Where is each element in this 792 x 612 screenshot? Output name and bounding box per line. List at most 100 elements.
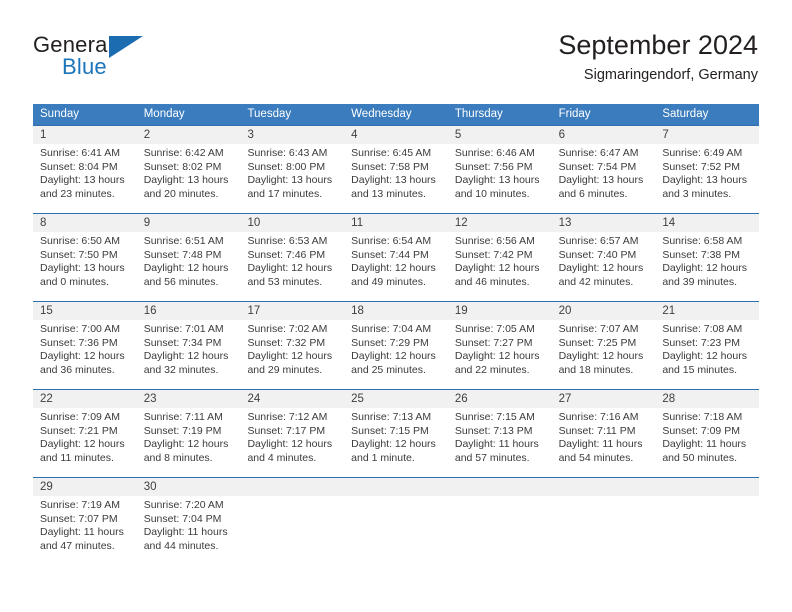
sunrise-text: Sunrise: 7:16 AM	[558, 411, 639, 423]
sunset-text: Sunset: 8:00 PM	[247, 160, 326, 173]
calendar-day-cell[interactable]: 21 Sunrise: 7:08 AM Sunset: 7:23 PM Dayl…	[655, 302, 759, 389]
daylight-text-line1: Daylight: 12 hours	[247, 350, 333, 362]
sunset-text: Sunset: 7:04 PM	[143, 512, 222, 525]
sunset-text: Sunset: 7:07 PM	[40, 512, 118, 525]
calendar-day-cell[interactable]: 3 Sunrise: 6:43 AM Sunset: 8:00 PM Dayli…	[240, 126, 344, 213]
day-details: Sunrise: 6:46 AM Sunset: 7:56 PM Dayligh…	[455, 147, 548, 201]
daylight-text-line1: Daylight: 12 hours	[351, 350, 436, 362]
sunset-text: Sunset: 8:04 PM	[40, 160, 118, 173]
day-number: 8	[40, 217, 47, 229]
day-number: 4	[351, 129, 358, 141]
sunrise-text: Sunrise: 7:12 AM	[247, 411, 328, 423]
calendar-day-cell[interactable]: 12 Sunrise: 6:56 AM Sunset: 7:42 PM Dayl…	[448, 214, 552, 301]
day-details: Sunrise: 6:43 AM Sunset: 8:00 PM Dayligh…	[247, 147, 340, 201]
calendar-day-cell[interactable]: 9 Sunrise: 6:51 AM Sunset: 7:48 PM Dayli…	[137, 214, 241, 301]
sunset-text: Sunset: 7:19 PM	[143, 424, 222, 437]
calendar-day-cell[interactable]: 24 Sunrise: 7:12 AM Sunset: 7:17 PM Dayl…	[240, 390, 344, 477]
day-number: 27	[558, 393, 572, 405]
daylight-text-line2: and 20 minutes.	[143, 187, 219, 200]
sunset-text: Sunset: 7:15 PM	[351, 424, 429, 437]
calendar-week-row: 15 Sunrise: 7:00 AM Sunset: 7:36 PM Dayl…	[33, 301, 759, 389]
brand-logo[interactable]: General Blue	[33, 32, 163, 88]
day-details: Sunrise: 6:51 AM Sunset: 7:48 PM Dayligh…	[144, 235, 237, 289]
calendar-day-cell[interactable]: 20 Sunrise: 7:07 AM Sunset: 7:25 PM Dayl…	[552, 302, 656, 389]
calendar-week-row: 1 Sunrise: 6:41 AM Sunset: 8:04 PM Dayli…	[33, 125, 759, 213]
sunset-text: Sunset: 7:09 PM	[662, 424, 740, 437]
calendar-day-cell[interactable]: 28 Sunrise: 7:18 AM Sunset: 7:09 PM Dayl…	[655, 390, 759, 477]
calendar-day-cell[interactable]: 4 Sunrise: 6:45 AM Sunset: 7:58 PM Dayli…	[344, 126, 448, 213]
day-details: Sunrise: 7:01 AM Sunset: 7:34 PM Dayligh…	[144, 323, 237, 377]
daylight-text-line1: Daylight: 13 hours	[662, 174, 747, 186]
calendar-day-cell-empty	[655, 478, 759, 565]
weekday-header-wednesday: Wednesday	[351, 108, 412, 120]
calendar-day-cell[interactable]: 10 Sunrise: 6:53 AM Sunset: 7:46 PM Dayl…	[240, 214, 344, 301]
daylight-text-line1: Daylight: 12 hours	[662, 262, 747, 274]
brand-logo-blue-text: Blue	[62, 54, 107, 79]
sunrise-text: Sunrise: 7:08 AM	[662, 323, 743, 335]
daylight-text-line1: Daylight: 12 hours	[143, 438, 229, 450]
calendar-day-cell[interactable]: 27 Sunrise: 7:16 AM Sunset: 7:11 PM Dayl…	[552, 390, 656, 477]
daylight-text-line1: Daylight: 13 hours	[143, 174, 229, 186]
calendar-day-cell[interactable]: 25 Sunrise: 7:13 AM Sunset: 7:15 PM Dayl…	[344, 390, 448, 477]
day-details: Sunrise: 6:53 AM Sunset: 7:46 PM Dayligh…	[247, 235, 340, 289]
sunrise-text: Sunrise: 7:18 AM	[662, 411, 743, 423]
day-number: 26	[454, 393, 468, 405]
weekday-header-tuesday: Tuesday	[247, 108, 292, 120]
sunrise-text: Sunrise: 7:01 AM	[143, 323, 224, 335]
daylight-text-line1: Daylight: 13 hours	[247, 174, 333, 186]
sunset-text: Sunset: 7:46 PM	[247, 248, 326, 261]
calendar-day-cell[interactable]: 11 Sunrise: 6:54 AM Sunset: 7:44 PM Dayl…	[344, 214, 448, 301]
daylight-text-line2: and 36 minutes.	[40, 363, 115, 376]
calendar-day-cell[interactable]: 1 Sunrise: 6:41 AM Sunset: 8:04 PM Dayli…	[33, 126, 137, 213]
daylight-text-line2: and 32 minutes.	[143, 363, 219, 376]
daylight-text-line1: Daylight: 12 hours	[454, 262, 540, 274]
day-details: Sunrise: 7:19 AM Sunset: 7:07 PM Dayligh…	[40, 499, 133, 553]
daylight-text-line2: and 57 minutes.	[454, 451, 530, 464]
daylight-text-line1: Daylight: 12 hours	[558, 350, 644, 362]
calendar-day-cell[interactable]: 14 Sunrise: 6:58 AM Sunset: 7:38 PM Dayl…	[655, 214, 759, 301]
calendar-day-cell[interactable]: 23 Sunrise: 7:11 AM Sunset: 7:19 PM Dayl…	[137, 390, 241, 477]
calendar-day-cell[interactable]: 2 Sunrise: 6:42 AM Sunset: 8:02 PM Dayli…	[137, 126, 241, 213]
calendar-day-cell[interactable]: 22 Sunrise: 7:09 AM Sunset: 7:21 PM Dayl…	[33, 390, 137, 477]
sunset-text: Sunset: 7:21 PM	[40, 424, 118, 437]
day-details: Sunrise: 6:50 AM Sunset: 7:50 PM Dayligh…	[40, 235, 133, 289]
daylight-text-line1: Daylight: 13 hours	[454, 174, 540, 186]
calendar-day-cell[interactable]: 18 Sunrise: 7:04 AM Sunset: 7:29 PM Dayl…	[344, 302, 448, 389]
daylight-text-line2: and 50 minutes.	[662, 451, 738, 464]
calendar-day-cell[interactable]: 8 Sunrise: 6:50 AM Sunset: 7:50 PM Dayli…	[33, 214, 137, 301]
daylight-text-line2: and 6 minutes.	[558, 187, 628, 200]
calendar-day-cell[interactable]: 26 Sunrise: 7:15 AM Sunset: 7:13 PM Dayl…	[448, 390, 552, 477]
calendar-day-cell[interactable]: 15 Sunrise: 7:00 AM Sunset: 7:36 PM Dayl…	[33, 302, 137, 389]
day-details: Sunrise: 6:42 AM Sunset: 8:02 PM Dayligh…	[144, 147, 237, 201]
daylight-text-line2: and 47 minutes.	[40, 539, 115, 552]
calendar-day-cell[interactable]: 5 Sunrise: 6:46 AM Sunset: 7:56 PM Dayli…	[448, 126, 552, 213]
calendar-day-cell[interactable]: 7 Sunrise: 6:49 AM Sunset: 7:52 PM Dayli…	[655, 126, 759, 213]
daylight-text-line2: and 39 minutes.	[662, 275, 738, 288]
calendar-day-cell[interactable]: 6 Sunrise: 6:47 AM Sunset: 7:54 PM Dayli…	[552, 126, 656, 213]
location-subtitle: Sigmaringendorf, Germany	[583, 67, 758, 83]
weekday-header-row: Sunday Monday Tuesday Wednesday Thursday…	[33, 104, 759, 125]
calendar-day-cell-empty	[552, 478, 656, 565]
calendar-day-cell[interactable]: 17 Sunrise: 7:02 AM Sunset: 7:32 PM Dayl…	[240, 302, 344, 389]
calendar-day-cell[interactable]: 30 Sunrise: 7:20 AM Sunset: 7:04 PM Dayl…	[137, 478, 241, 565]
calendar-week-row: 8 Sunrise: 6:50 AM Sunset: 7:50 PM Dayli…	[33, 213, 759, 301]
day-number: 5	[454, 129, 462, 141]
sunrise-text: Sunrise: 6:49 AM	[662, 147, 743, 159]
day-details: Sunrise: 6:56 AM Sunset: 7:42 PM Dayligh…	[455, 235, 548, 289]
day-number: 6	[558, 129, 565, 141]
day-number: 22	[40, 393, 53, 405]
day-number: 20	[558, 305, 572, 317]
daylight-text-line2: and 13 minutes.	[351, 187, 426, 200]
daylight-text-line1: Daylight: 11 hours	[143, 526, 228, 538]
sunrise-text: Sunrise: 6:46 AM	[454, 147, 535, 159]
calendar-day-cell[interactable]: 16 Sunrise: 7:01 AM Sunset: 7:34 PM Dayl…	[137, 302, 241, 389]
day-number: 24	[247, 393, 261, 405]
day-number: 15	[40, 305, 53, 317]
day-number: 10	[247, 217, 261, 229]
calendar-day-cell[interactable]: 13 Sunrise: 6:57 AM Sunset: 7:40 PM Dayl…	[552, 214, 656, 301]
daylight-text-line1: Daylight: 11 hours	[662, 438, 747, 450]
calendar-day-cell[interactable]: 19 Sunrise: 7:05 AM Sunset: 7:27 PM Dayl…	[448, 302, 552, 389]
calendar-day-cell-empty	[344, 478, 448, 565]
calendar-day-cell[interactable]: 29 Sunrise: 7:19 AM Sunset: 7:07 PM Dayl…	[33, 478, 137, 565]
daylight-text-line1: Daylight: 12 hours	[143, 350, 229, 362]
